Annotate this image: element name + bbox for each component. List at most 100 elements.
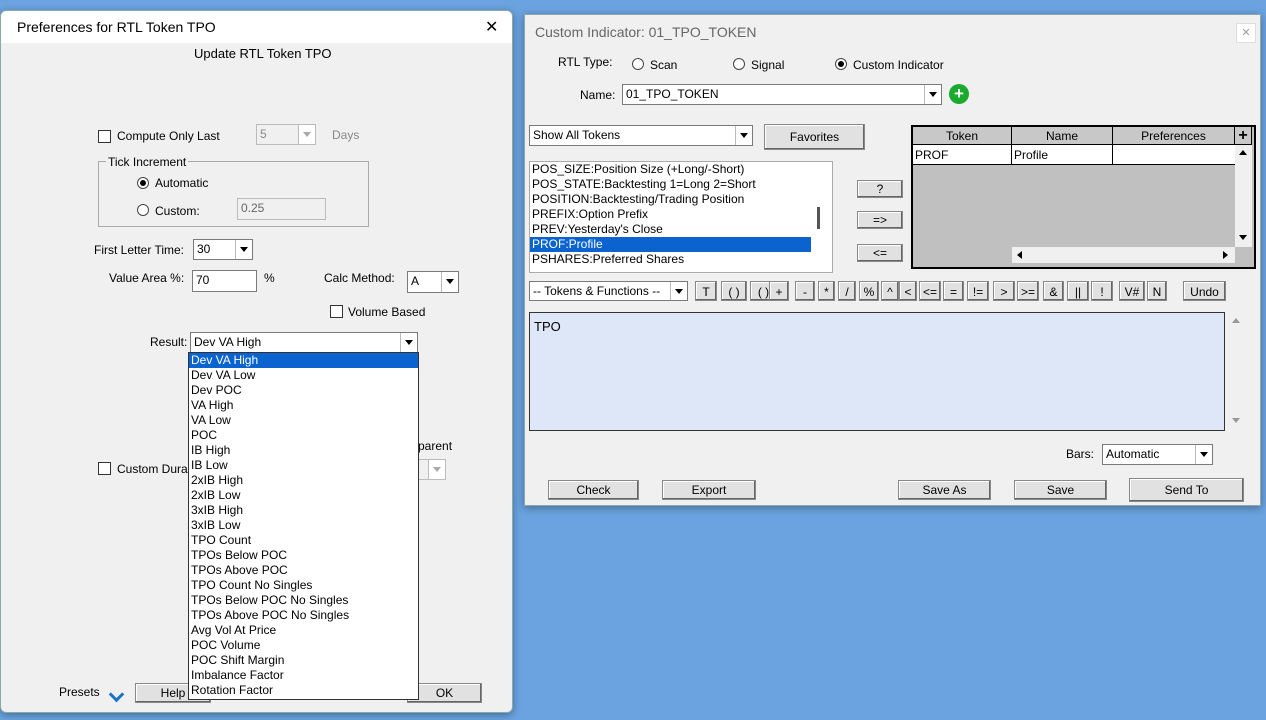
operator-button[interactable]: V# xyxy=(1119,281,1145,301)
grid-header-name[interactable]: Name xyxy=(1012,127,1113,145)
list-item[interactable]: 3xIB Low xyxy=(189,518,418,533)
compute-only-last-select[interactable]: 5 xyxy=(256,124,316,145)
operator-button[interactable]: <= xyxy=(919,281,941,301)
check-button[interactable]: Check xyxy=(548,480,639,500)
list-item[interactable]: Dev POC xyxy=(189,383,418,398)
calc-method-select[interactable]: A xyxy=(407,271,459,293)
token-filter-select[interactable]: Show All Tokens xyxy=(529,125,753,146)
list-item[interactable]: Rotation Factor xyxy=(189,683,418,698)
custom-tick-input[interactable]: 0.25 xyxy=(237,198,326,220)
operator-button[interactable]: + xyxy=(769,281,789,301)
transparent-select[interactable] xyxy=(418,459,446,480)
list-item[interactable]: 2xIB Low xyxy=(189,488,418,503)
scroll-up-icon[interactable] xyxy=(1232,318,1240,323)
list-item[interactable]: Dev VA Low xyxy=(189,368,418,383)
scroll-left-icon[interactable] xyxy=(1017,251,1022,259)
operator-button[interactable]: != xyxy=(967,281,989,301)
list-item[interactable]: IB High xyxy=(189,443,418,458)
list-item[interactable]: TPOs Below POC xyxy=(189,548,418,563)
save-button[interactable]: Save xyxy=(1014,480,1107,500)
value-area-input[interactable]: 70 xyxy=(192,270,257,292)
compute-only-last-checkbox[interactable] xyxy=(98,130,111,143)
list-item[interactable]: 3xIB High xyxy=(189,503,418,518)
operator-button[interactable]: - xyxy=(795,281,815,301)
list-item[interactable]: TPO Count xyxy=(189,533,418,548)
save-as-button[interactable]: Save As xyxy=(898,480,991,500)
operator-button[interactable]: * xyxy=(818,281,835,301)
formula-scrollbar[interactable] xyxy=(1228,312,1245,430)
list-item[interactable]: PSHARES:Preferred Shares xyxy=(530,252,811,267)
operator-button[interactable]: ^ xyxy=(881,281,899,301)
list-item[interactable]: POC Shift Margin xyxy=(189,653,418,668)
formula-editor[interactable]: TPO xyxy=(529,312,1225,431)
operator-button[interactable]: Undo xyxy=(1183,281,1226,301)
list-item[interactable]: TPOs Above POC xyxy=(189,563,418,578)
operator-button[interactable]: ( ) xyxy=(721,281,747,301)
grid-header-token[interactable]: Token xyxy=(913,127,1012,145)
add-icon[interactable]: + xyxy=(949,84,969,104)
close-icon[interactable]: ✕ xyxy=(485,17,498,37)
list-item[interactable]: TPOs Below POC No Singles xyxy=(189,593,418,608)
operator-button[interactable]: / xyxy=(838,281,856,301)
list-item[interactable]: Avg Vol At Price xyxy=(189,623,418,638)
send-to-button[interactable]: Send To xyxy=(1129,478,1244,502)
table-row[interactable]: PROF Profile xyxy=(913,145,1235,165)
close-icon[interactable]: ✕ xyxy=(1236,23,1256,43)
list-item[interactable]: POS_SIZE:Position Size (+Long/-Short) xyxy=(530,162,811,177)
tokens-functions-select[interactable]: -- Tokens & Functions -- xyxy=(529,281,688,301)
list-item[interactable]: TPO Count No Singles xyxy=(189,578,418,593)
grid-add-column-button[interactable]: + xyxy=(1235,127,1252,145)
scan-radio[interactable] xyxy=(632,58,644,70)
list-item[interactable]: POS_STATE:Backtesting 1=Long 2=Short xyxy=(530,177,811,192)
token-help-button[interactable]: ? xyxy=(857,180,903,198)
token-list-scrollbar[interactable] xyxy=(817,207,820,229)
token-list[interactable]: POS_SIZE:Position Size (+Long/-Short) POS… xyxy=(529,161,833,273)
operator-button[interactable]: % xyxy=(859,281,879,301)
operator-button[interactable]: >= xyxy=(1017,281,1039,301)
operator-button[interactable]: & xyxy=(1043,281,1064,301)
list-item[interactable]: VA Low xyxy=(189,413,418,428)
list-item[interactable]: Dev VA High xyxy=(189,353,418,368)
custom-indicator-radio[interactable] xyxy=(835,58,847,70)
list-item[interactable]: TPOs Above POC No Singles xyxy=(189,608,418,623)
export-button[interactable]: Export xyxy=(662,480,756,500)
operator-button[interactable]: T xyxy=(695,281,717,301)
scroll-down-icon[interactable] xyxy=(1232,418,1240,423)
name-select[interactable]: 01_TPO_TOKEN xyxy=(622,84,942,105)
scroll-up-icon[interactable] xyxy=(1239,150,1247,155)
list-item[interactable]: PROF:Profile xyxy=(530,237,811,252)
grid-header-preferences[interactable]: Preferences xyxy=(1113,127,1235,145)
scroll-right-icon[interactable] xyxy=(1223,251,1228,259)
list-item[interactable]: POC xyxy=(189,428,418,443)
list-item[interactable]: VA High xyxy=(189,398,418,413)
operator-button[interactable]: = xyxy=(943,281,964,301)
custom-duration-checkbox[interactable] xyxy=(98,462,111,475)
presets-label[interactable]: Presets xyxy=(59,685,100,699)
first-letter-time-select[interactable]: 30 xyxy=(193,239,253,260)
signal-radio[interactable] xyxy=(733,58,745,70)
list-item[interactable]: POC Volume xyxy=(189,638,418,653)
list-item[interactable]: POSITION:Backtesting/Trading Position xyxy=(530,192,811,207)
favorites-button[interactable]: Favorites xyxy=(764,124,865,150)
bars-select[interactable]: Automatic xyxy=(1102,444,1213,465)
list-item[interactable]: IB Low xyxy=(189,458,418,473)
custom-radio[interactable] xyxy=(137,204,149,216)
operator-button[interactable]: > xyxy=(993,281,1015,301)
list-item[interactable]: 2xIB High xyxy=(189,473,418,488)
scroll-down-icon[interactable] xyxy=(1239,235,1247,240)
volume-based-checkbox[interactable] xyxy=(330,305,343,318)
grid-vertical-scrollbar[interactable] xyxy=(1235,145,1252,247)
result-select[interactable]: Dev VA High xyxy=(190,332,418,353)
operator-button[interactable]: < xyxy=(899,281,917,301)
chevron-down-icon[interactable] xyxy=(108,686,125,703)
automatic-radio[interactable] xyxy=(137,177,149,189)
operator-button[interactable]: N xyxy=(1147,281,1167,301)
operator-button[interactable]: ! xyxy=(1091,281,1113,301)
list-item[interactable]: PREV:Yesterday's Close xyxy=(530,222,811,237)
add-token-button[interactable]: => xyxy=(857,211,903,229)
remove-token-button[interactable]: <= xyxy=(857,244,903,262)
list-item[interactable]: Imbalance Factor xyxy=(189,668,418,683)
operator-button[interactable]: || xyxy=(1067,281,1089,301)
grid-horizontal-scrollbar[interactable] xyxy=(1012,247,1235,263)
list-item[interactable]: PREFIX:Option Prefix xyxy=(530,207,811,222)
